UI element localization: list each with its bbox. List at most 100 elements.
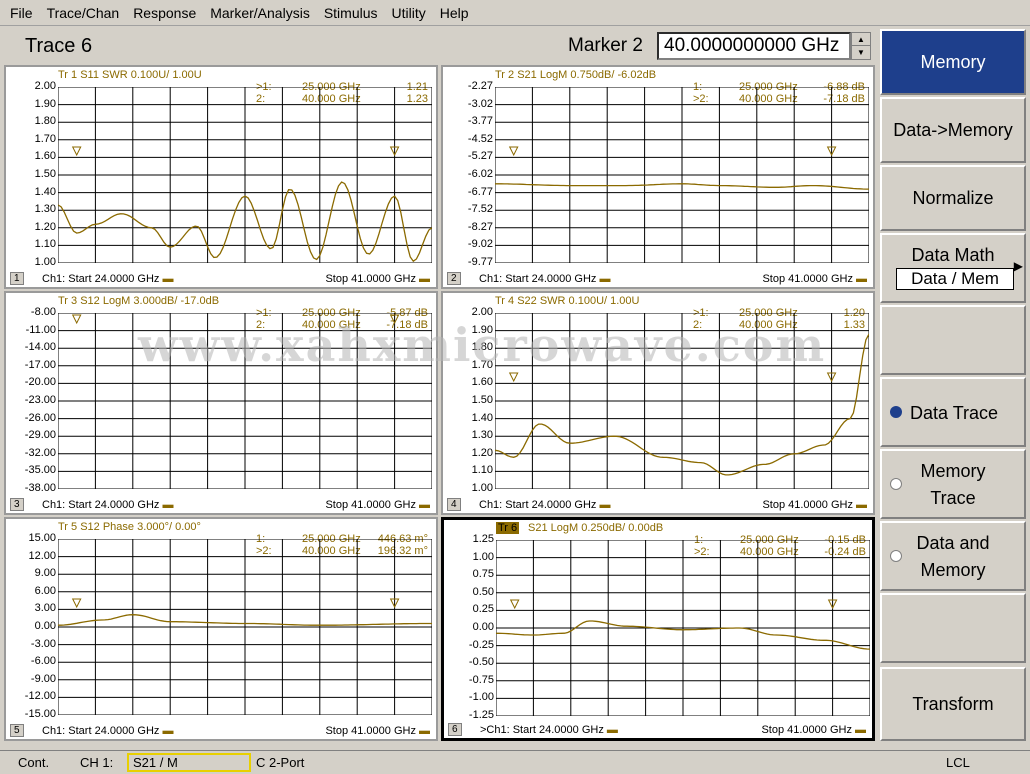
data-trace-label: Data Trace	[910, 403, 999, 423]
measurement-box[interactable]: S21 / M	[127, 753, 251, 772]
trace-panel-6[interactable]: Tr 6 S21 LogM 0.250dB/ 0.00dB 1: 25.000 GHz…	[441, 517, 875, 741]
y-tick-label: 0.25	[472, 603, 494, 616]
trace-plot[interactable]	[495, 313, 869, 489]
trace-number-badge: 1	[10, 272, 24, 285]
menu-utility[interactable]: Utility	[392, 5, 426, 21]
transform-button[interactable]: Transform	[880, 667, 1026, 741]
y-tick-label: -3.77	[467, 115, 493, 128]
marker-triangle-icon	[508, 146, 519, 157]
y-tick-label: -1.25	[468, 709, 494, 721]
marker-label: Marker 2	[568, 35, 643, 56]
menu-response[interactable]: Response	[133, 5, 196, 21]
y-tick-label: -6.00	[30, 655, 56, 668]
data-and-memory-label-1: Data and	[916, 533, 990, 553]
y-tick-label: -11.00	[25, 323, 56, 336]
marker-triangle-icon	[508, 372, 519, 383]
trace-header: Tr 2 S21 LogM 0.750dB/ -6.02dB	[495, 69, 657, 81]
data-and-memory-button[interactable]: Data and Memory	[880, 521, 1026, 591]
data-math-label: Data Math	[911, 245, 995, 265]
trace-plot[interactable]	[58, 87, 432, 263]
y-tick-label: -6.77	[467, 185, 493, 198]
y-tick-label: -6.02	[467, 168, 493, 180]
marker-frequency-input[interactable]: 40.0000000000 GHz	[657, 32, 851, 60]
y-tick-label: 1.00	[472, 550, 494, 563]
y-tick-label: 1.50	[34, 168, 56, 180]
data-to-memory-button[interactable]: Data->Memory	[880, 97, 1026, 163]
menu-marker-analysis[interactable]: Marker/Analysis	[210, 5, 310, 21]
memory-menu-title[interactable]: Memory	[880, 29, 1026, 95]
marker-triangle-icon	[71, 146, 82, 157]
y-tick-label: -9.02	[467, 238, 493, 251]
blank-softkey-1	[880, 305, 1026, 375]
radio-unselected-icon	[890, 478, 902, 490]
status-bar: Cont. CH 1: S21 / M C 2-Port LCL	[0, 750, 1030, 774]
trace-panel-4[interactable]: Tr 4 S22 SWR 0.100U/ 1.00U >1: 25.000 GHz 1…	[441, 291, 875, 515]
trace-number-badge: 5	[10, 724, 24, 737]
trace-header: Tr 1 S11 SWR 0.100U/ 1.00U	[58, 69, 202, 81]
trace-grid: Tr 1 S11 SWR 0.100U/ 1.00U >1: 25.000 GHz 1…	[4, 65, 876, 743]
trace-number-badge: 6	[448, 723, 462, 736]
y-tick-label: 15.00	[28, 532, 56, 544]
y-tick-label: -4.52	[467, 132, 493, 145]
y-tick-label: 1.10	[471, 464, 493, 477]
y-tick-label: 1.70	[471, 358, 493, 371]
memory-trace-button[interactable]: Memory Trace	[880, 449, 1026, 519]
y-tick-label: 3.00	[34, 602, 56, 615]
normalize-button[interactable]: Normalize	[880, 165, 1026, 231]
y-tick-label: -0.25	[468, 638, 494, 651]
start-freq-label: Ch1: Start 24.0000 GHz ▬	[42, 273, 174, 285]
y-tick-label: -26.00	[24, 411, 56, 424]
menu-trace-chan[interactable]: Trace/Chan	[47, 5, 120, 21]
y-tick-label: 0.00	[34, 620, 56, 632]
trace-panel-2[interactable]: Tr 2 S21 LogM 0.750dB/ -6.02dB 1: 25.000 G…	[441, 65, 875, 289]
menu-file[interactable]: File	[10, 5, 33, 21]
blank-softkey-2	[880, 593, 1026, 663]
trace-panel-5[interactable]: Tr 5 S12 Phase 3.000°/ 0.00° 1: 25.000 GHz…	[4, 517, 438, 741]
y-tick-label: -23.00	[24, 394, 56, 406]
data-math-button[interactable]: Data Math Data / Mem ▶	[880, 233, 1026, 303]
menu-stimulus[interactable]: Stimulus	[324, 5, 378, 21]
y-tick-label: -17.00	[24, 358, 56, 371]
y-tick-label: -3.02	[467, 97, 493, 110]
data-trace-button[interactable]: Data Trace	[880, 377, 1026, 447]
vna-app: File Trace/Chan Response Marker/Analysis…	[0, 0, 1030, 774]
y-tick-label: 1.30	[471, 429, 493, 442]
y-tick-label: -35.00	[24, 464, 56, 477]
start-freq-label: >Ch1: Start 24.0000 GHz ▬	[480, 724, 618, 736]
trace-plot[interactable]	[496, 540, 870, 716]
y-tick-label: -0.50	[468, 656, 494, 669]
y-tick-label: -20.00	[24, 376, 56, 389]
trace-header-tag: Tr 6	[496, 522, 520, 534]
radio-unselected-icon	[890, 550, 902, 562]
y-tick-label: -0.75	[468, 673, 494, 686]
y-tick-label: 1.60	[471, 376, 493, 389]
menu-help[interactable]: Help	[440, 5, 469, 21]
active-entry-bar: Trace 6 Marker 2 40.0000000000 GHz ▲ ▼	[0, 27, 878, 65]
y-tick-label: 1.90	[471, 323, 493, 336]
marker-triangle-icon	[71, 598, 82, 609]
stop-freq-label: Stop 41.0000 GHz ▬	[325, 499, 430, 511]
trace-header: Tr 5 S12 Phase 3.000°/ 0.00°	[58, 521, 201, 533]
y-tick-label: -2.27	[467, 80, 493, 92]
y-tick-label: -7.52	[467, 203, 493, 216]
y-tick-label: 2.00	[471, 306, 493, 318]
y-tick-label: -38.00	[24, 482, 56, 494]
softkey-panel: Memory Data->Memory Normalize Data Math …	[878, 27, 1030, 747]
trace-number-badge: 4	[447, 498, 461, 511]
calibration-status: C 2-Port	[256, 755, 305, 770]
spin-up-icon[interactable]: ▲	[852, 33, 870, 46]
spin-down-icon[interactable]: ▼	[852, 46, 870, 59]
y-tick-label: 9.00	[34, 567, 56, 580]
y-tick-label: 1.80	[471, 341, 493, 354]
trace-plot[interactable]	[58, 313, 432, 489]
trace-plot[interactable]	[495, 87, 869, 263]
trace-panel-1[interactable]: Tr 1 S11 SWR 0.100U/ 1.00U >1: 25.000 GHz 1…	[4, 65, 438, 289]
y-tick-label: -14.00	[24, 341, 56, 354]
channel-label: CH 1:	[80, 755, 114, 770]
trace-header: Tr 3 S12 LogM 3.000dB/ -17.0dB	[58, 295, 220, 307]
marker-spinner[interactable]: ▲ ▼	[851, 32, 871, 60]
trace-plot[interactable]	[58, 539, 432, 715]
start-freq-label: Ch1: Start 24.0000 GHz ▬	[42, 725, 174, 737]
trace-panel-3[interactable]: Tr 3 S12 LogM 3.000dB/ -17.0dB >1: 25.000 …	[4, 291, 438, 515]
stop-freq-label: Stop 41.0000 GHz ▬	[325, 273, 430, 285]
